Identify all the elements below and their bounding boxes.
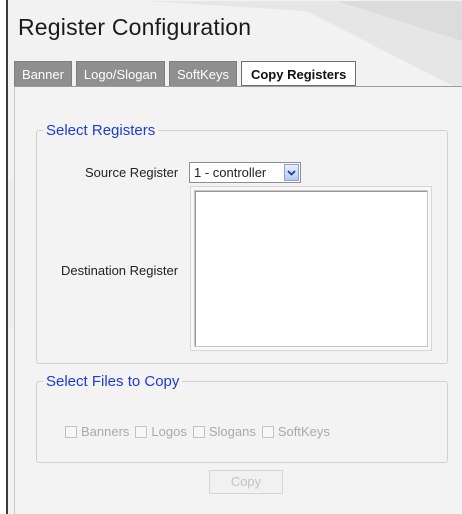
banners-checkbox[interactable] bbox=[65, 425, 77, 438]
select-files-legend: Select Files to Copy bbox=[46, 373, 180, 390]
source-register-value: 1 - controller bbox=[194, 165, 267, 180]
tab-softkeys[interactable]: SoftKeys bbox=[168, 61, 237, 86]
logos-label: Logos bbox=[151, 424, 187, 439]
tab-logo-slogan[interactable]: Logo/Slogan bbox=[75, 61, 165, 86]
tab-banner[interactable]: Banner bbox=[14, 61, 72, 86]
chevron-down-icon[interactable] bbox=[284, 164, 299, 181]
softkeys-label: SoftKeys bbox=[277, 424, 330, 439]
banners-label: Banners bbox=[81, 424, 130, 439]
copy-button[interactable]: Copy bbox=[209, 470, 283, 494]
softkeys-checkbox[interactable] bbox=[261, 425, 274, 438]
select-files-group: Select Files to Copy bbox=[36, 373, 448, 463]
slogans-option[interactable]: Slogans bbox=[192, 424, 256, 439]
destination-register-label: Destination Register bbox=[61, 263, 179, 278]
slogans-label: Slogans bbox=[208, 424, 256, 439]
logos-option[interactable]: Logos bbox=[135, 424, 187, 439]
page-title: Register Configuration bbox=[18, 14, 252, 40]
source-register-label: Source Register bbox=[85, 165, 179, 180]
tab-bar: Banner Logo/Slogan SoftKeys Copy Registe… bbox=[14, 61, 360, 86]
logos-checkbox[interactable] bbox=[135, 425, 148, 438]
source-register-select[interactable]: 1 - controller bbox=[189, 162, 301, 183]
tab-copy-registers[interactable]: Copy Registers bbox=[240, 61, 357, 86]
slogans-checkbox[interactable] bbox=[192, 425, 205, 438]
file-checkbox-row: Banners Logos Slogans SoftKeys bbox=[65, 424, 336, 439]
destination-register-listbox[interactable] bbox=[194, 190, 428, 347]
banners-option[interactable]: Banners bbox=[65, 424, 129, 439]
select-registers-legend: Select Registers bbox=[46, 122, 156, 139]
softkeys-option[interactable]: SoftKeys bbox=[261, 424, 330, 439]
